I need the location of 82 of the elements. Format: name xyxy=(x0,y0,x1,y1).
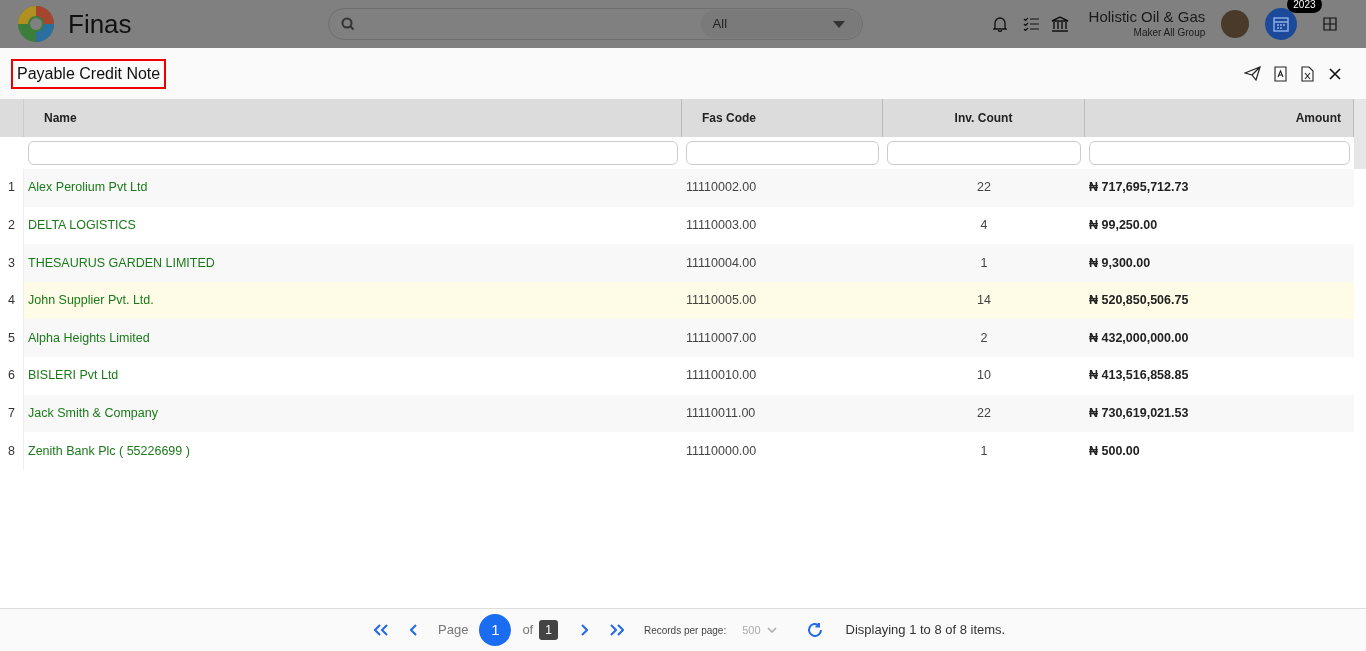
filter-field[interactable] xyxy=(1089,141,1350,165)
calendar-icon xyxy=(1273,16,1290,32)
grid-icon[interactable] xyxy=(1323,17,1338,31)
caret-icon xyxy=(832,20,845,28)
table-cell-text: Alpha Heights Limited xyxy=(27,329,151,347)
table-cell-text: 4 xyxy=(979,217,989,234)
current-page[interactable]: 1 xyxy=(479,614,512,646)
table-row[interactable]: 1 Alex Perolium Pvt Ltd 11110002.00 22 ₦ 717,695,712.73 xyxy=(0,169,1354,207)
excel-file-icon[interactable] xyxy=(1301,65,1314,82)
table-cell-text: ₦ 717,695,712.73 xyxy=(1088,179,1190,197)
table-cell-text: 11110002.00 xyxy=(685,179,758,197)
column-header[interactable]: Fas Code xyxy=(682,99,883,137)
pdf-file-icon[interactable] xyxy=(1274,65,1287,82)
table-cell-text: ₦ 730,619,021.53 xyxy=(1088,405,1190,422)
table-cell-text: 11110000.00 xyxy=(685,442,758,460)
table-cell-text: 22 xyxy=(976,405,992,422)
table-cell-text: 10 xyxy=(976,367,992,385)
table-cell-text: 11110005.00 xyxy=(685,292,758,310)
row-number: 3 xyxy=(0,244,24,282)
row-number: 1 xyxy=(0,169,24,207)
table-cell-text: ₦ 500.00 xyxy=(1088,442,1141,460)
scope-dropdown[interactable]: All xyxy=(700,10,861,38)
table-cell-text: DELTA LOGISTICS xyxy=(27,217,137,234)
total-pages: 1 xyxy=(539,620,558,640)
row-number: 5 xyxy=(0,319,24,357)
company-name: Holistic Oil & Gas xyxy=(1088,8,1206,28)
table-cell-text: 11110003.00 xyxy=(685,217,758,234)
row-number: 7 xyxy=(0,394,24,433)
column-header[interactable]: Name xyxy=(24,99,682,137)
year-badge: 2023 xyxy=(1287,0,1322,13)
table-cell-text: ₦ 413,516,858.85 xyxy=(1088,367,1190,385)
table-cell-text: Zenith Bank Plc ( 55226699 ) xyxy=(27,442,191,460)
filter-field[interactable] xyxy=(686,141,879,165)
table-cell-text: THESAURUS GARDEN LIMITED xyxy=(27,254,216,272)
table-cell-text: ₦ 9,300.00 xyxy=(1088,254,1152,272)
logo-icon xyxy=(16,4,56,44)
table-cell-text: 1 xyxy=(979,442,989,460)
records-per-page-label: Records per page: xyxy=(643,623,727,638)
table-row[interactable]: 7 Jack Smith & Company 11110011.00 22 ₦ 730,619,021.53 xyxy=(0,394,1354,433)
table-cell-text: 14 xyxy=(976,292,992,310)
first-page-icon[interactable] xyxy=(374,624,388,636)
table-cell-text: Alex Perolium Pvt Ltd xyxy=(27,179,149,197)
table-cell-text: 1 xyxy=(979,254,989,272)
column-header[interactable]: Inv. Count xyxy=(883,99,1085,137)
table-cell-text: Jack Smith & Company xyxy=(27,405,159,422)
row-number: 4 xyxy=(0,281,24,320)
table-cell-text: ₦ 99,250.00 xyxy=(1088,217,1159,234)
app-name: Finas xyxy=(68,7,132,41)
table-cell-text: ₦ 432,000,000.00 xyxy=(1088,329,1190,347)
filter-field[interactable] xyxy=(28,141,678,165)
caret-icon xyxy=(766,627,777,633)
refresh-icon[interactable] xyxy=(806,622,823,638)
previous-page-icon[interactable] xyxy=(410,624,418,636)
table-cell-text: 11110007.00 xyxy=(685,329,758,347)
group-name: Maker All Group xyxy=(1133,27,1206,40)
last-page-icon[interactable] xyxy=(609,624,624,636)
table-row[interactable]: 3 THESAURUS GARDEN LIMITED 11110004.00 1 ₦ 9,300.00 xyxy=(0,244,1354,282)
scrollbar[interactable] xyxy=(1354,99,1366,169)
close-icon[interactable] xyxy=(1329,67,1341,80)
table-cell-text: ₦ 520,850,506.75 xyxy=(1088,292,1190,310)
records-summary: Displaying 1 to 8 of 8 items. xyxy=(845,621,1006,640)
search-icon xyxy=(340,17,355,31)
checklist-icon[interactable] xyxy=(1022,17,1039,31)
table-cell-text: John Supplier Pvt. Ltd. xyxy=(27,292,155,310)
page-title: Payable Credit Note xyxy=(11,58,167,89)
bank-icon[interactable] xyxy=(1050,16,1069,32)
table-cell-text: 22 xyxy=(976,179,992,197)
filter-field[interactable] xyxy=(887,141,1081,165)
table-cell-text: 11110011.00 xyxy=(685,405,757,422)
table-cell-text: 2 xyxy=(979,329,989,347)
send-icon[interactable] xyxy=(1244,66,1261,81)
table-cell-text: 11110010.00 xyxy=(685,367,758,385)
table-row[interactable]: 5 Alpha Heights Limited 11110007.00 2 ₦ 432,000,000.00 xyxy=(0,319,1354,357)
bell-icon[interactable] xyxy=(992,16,1007,32)
next-page-icon[interactable] xyxy=(579,624,588,636)
calendar-button[interactable] xyxy=(1265,8,1298,40)
avatar[interactable] xyxy=(1221,10,1250,38)
table-cell-text: 11110004.00 xyxy=(685,254,758,272)
of-label: of xyxy=(522,621,534,640)
table-cell-text: BISLERI Pvt Ltd xyxy=(27,367,120,385)
table-row[interactable]: 4 John Supplier Pvt. Ltd. 11110005.00 14 ₦ 520,850,506.75 xyxy=(0,281,1354,320)
page-label: Page xyxy=(438,621,469,640)
